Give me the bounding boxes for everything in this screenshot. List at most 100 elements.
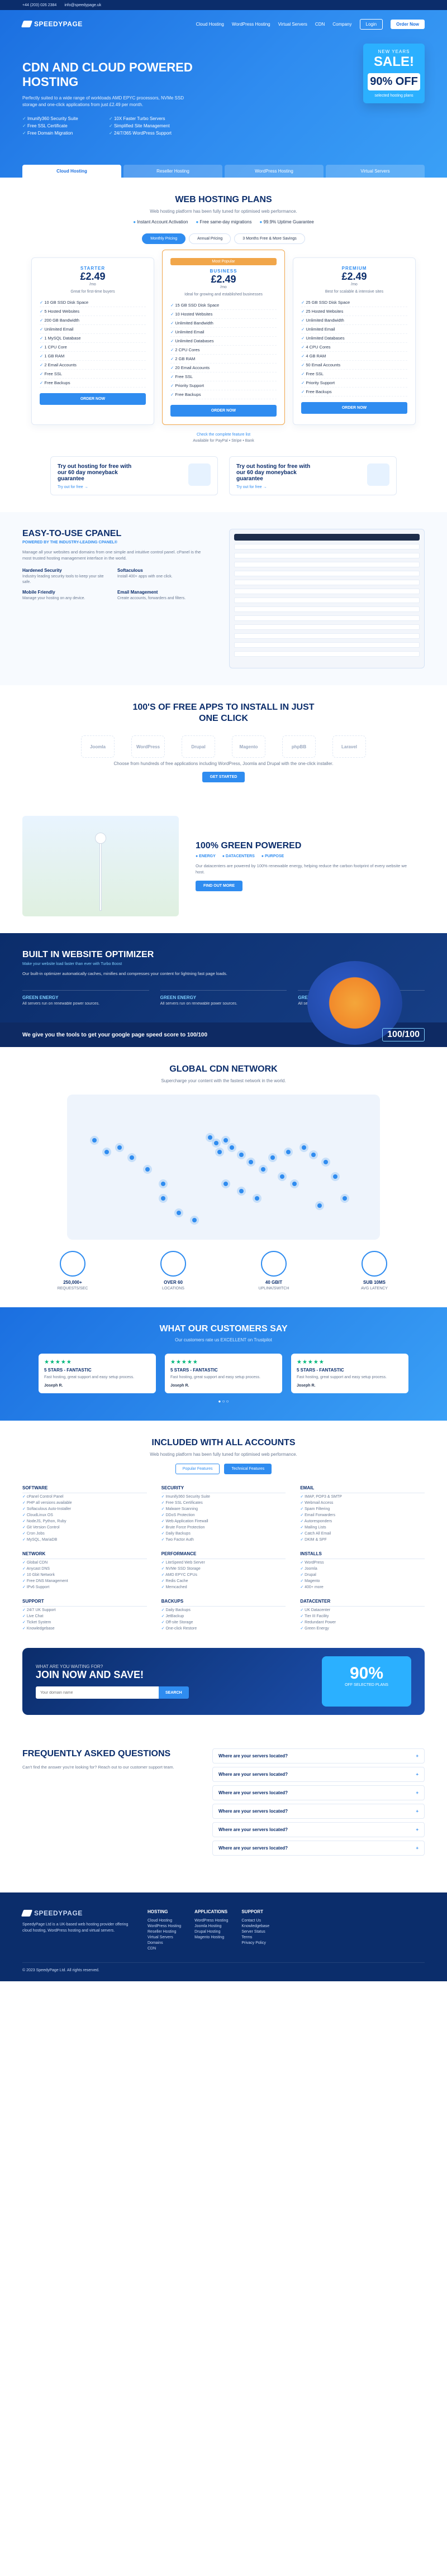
domain-search-input[interactable] — [36, 1686, 159, 1699]
included-item: Off-site Storage — [161, 1619, 286, 1625]
tab-3[interactable]: WordPress Hosting — [225, 165, 324, 178]
footer-link[interactable]: Reseller Hosting — [148, 1929, 181, 1934]
stat-icon — [362, 1251, 387, 1277]
brand-logo[interactable]: SPEEDYPAGE — [21, 20, 83, 28]
order-button[interactable]: Order Now — [391, 19, 425, 29]
nav-link[interactable]: Virtual Servers — [278, 22, 307, 27]
phone-text[interactable]: +44 (203) 026 2384 — [22, 3, 56, 7]
review-stars: ★★★★★ — [170, 1359, 198, 1365]
footer-link[interactable]: Terms — [241, 1934, 269, 1940]
compare-link[interactable]: Check the complete feature list — [22, 433, 425, 437]
pop-location-dot — [117, 1145, 122, 1150]
faq-question[interactable]: Where are your servers located? — [212, 1841, 425, 1856]
apps-desc: Choose from hundreds of free application… — [113, 761, 334, 766]
footer-link[interactable]: Drupal Hosting — [194, 1929, 228, 1934]
footer-link[interactable]: Privacy Policy — [241, 1940, 269, 1946]
footer-link[interactable]: Domains — [148, 1940, 181, 1946]
feature-pill: Instant Account Activation — [133, 219, 188, 224]
footer-logo[interactable]: SPEEDYPAGE — [21, 1909, 134, 1917]
app-icon[interactable]: Magento — [232, 735, 265, 758]
faq-question[interactable]: Where are your servers located? — [212, 1785, 425, 1800]
sale-badge[interactable]: NEW YEARS SALE! 90% OFF selected hosting… — [363, 44, 425, 103]
included-item: Webmail Access — [300, 1499, 425, 1506]
promo-cards: Try out hosting for free with our 60 day… — [22, 456, 425, 495]
faq-question[interactable]: Where are your servers located? — [212, 1748, 425, 1763]
stat-icon — [60, 1251, 85, 1277]
plan-desc: Great for first-time buyers — [70, 290, 115, 294]
faq-question[interactable]: Where are your servers located? — [212, 1767, 425, 1782]
plan-feature: 2 GB RAM — [170, 355, 277, 364]
promo-link[interactable]: Try out for free → — [236, 485, 320, 489]
included-group: SUPPORT24/7 UK SupportLive ChatTicket Sy… — [22, 1599, 147, 1631]
plan-price: £2.49 — [341, 271, 367, 282]
stat-value: OVER 60 — [164, 1280, 183, 1285]
billing-option[interactable]: Annual Pricing — [189, 233, 231, 244]
nav-link[interactable]: Company — [332, 22, 351, 27]
apps-button[interactable]: GET STARTED — [202, 772, 245, 782]
included-toggle-option[interactable]: Popular Features — [175, 1464, 220, 1474]
included-item: CloudLinux OS — [22, 1512, 147, 1518]
cta-discount: 90% OFF SELECTED PLANS — [322, 1656, 411, 1707]
tab-2[interactable]: Reseller Hosting — [123, 165, 222, 178]
footer-link[interactable]: Server Status — [241, 1929, 269, 1934]
included-group: BACKUPSDaily BackupsJetBackupOff-site St… — [161, 1599, 286, 1631]
faq-question[interactable]: Where are your servers located? — [212, 1804, 425, 1819]
sale-line1: NEW YEARS — [378, 49, 410, 54]
promo-card[interactable]: Try out hosting for free with our 60 day… — [50, 456, 218, 495]
app-icon[interactable]: Drupal — [182, 735, 215, 758]
footer-link[interactable]: Joomla Hosting — [194, 1923, 228, 1929]
pop-location-dot — [261, 1167, 266, 1172]
hero-feature: Free Domain Migration — [22, 131, 103, 136]
app-icon[interactable]: WordPress — [131, 735, 165, 758]
included-list: 24/7 UK SupportLive ChatTicket SystemKno… — [22, 1607, 147, 1631]
tab-4[interactable]: Virtual Servers — [326, 165, 425, 178]
nav-link[interactable]: WordPress Hosting — [232, 22, 270, 27]
plans-pills: Instant Account Activation Free same-day … — [22, 219, 425, 224]
copyright: © 2023 SpeedyPage Ltd. All rights reserv… — [22, 1962, 425, 1972]
plan-period: /mo — [89, 283, 96, 286]
promo-link[interactable]: Try out for free → — [58, 485, 141, 489]
green-tags: ● ENERGY ● DATACENTERS ● PURPOSE — [196, 854, 408, 858]
green-button[interactable]: FIND OUT MORE — [196, 881, 242, 891]
login-button[interactable]: Login — [359, 18, 383, 30]
included-group-title: BACKUPS — [161, 1599, 286, 1607]
footer-link[interactable]: WordPress Hosting — [148, 1923, 181, 1929]
nav-link[interactable]: CDN — [315, 22, 325, 27]
included-item: IMAP, POP3 & SMTP — [300, 1493, 425, 1499]
app-icon[interactable]: phpBB — [282, 735, 316, 758]
billing-option[interactable]: Monthly Pricing — [142, 233, 186, 244]
footer-link[interactable]: CDN — [148, 1946, 181, 1951]
included-toggle-option[interactable]: Technical Features — [224, 1464, 272, 1474]
carousel-dots[interactable]: ● ○ ○ — [22, 1399, 425, 1404]
order-now-button[interactable]: ORDER NOW — [301, 402, 407, 414]
footer-link[interactable]: Magento Hosting — [194, 1934, 228, 1940]
cpanel-feature-desc: Manage your hosting on any device. — [22, 596, 85, 600]
nav-link[interactable]: Cloud Hosting — [196, 22, 224, 27]
footer-link[interactable]: WordPress Hosting — [194, 1918, 228, 1923]
cta-discount-value: 90% — [349, 1664, 384, 1683]
app-icon[interactable]: Joomla — [81, 735, 115, 758]
cpanel-feature-desc: Install 400+ apps with one click. — [117, 575, 173, 579]
plan-feature: 4 GB RAM — [301, 352, 407, 361]
tab-1[interactable]: Cloud Hosting — [22, 165, 121, 178]
footer-link[interactable]: Cloud Hosting — [148, 1918, 181, 1923]
order-now-button[interactable]: ORDER NOW — [40, 393, 146, 405]
footer-link[interactable]: Knowledgebase — [241, 1923, 269, 1929]
app-icon[interactable]: Laravel — [332, 735, 366, 758]
domain-search-button[interactable]: SEARCH — [159, 1686, 189, 1699]
pagespeed-text: We give you the tools to get your google… — [22, 1031, 208, 1038]
promo-card[interactable]: Try out hosting for free with our 60 day… — [229, 456, 397, 495]
pop-location-dot — [324, 1160, 329, 1164]
plan-feature: Priority Support — [301, 379, 407, 388]
stat-value: 40 GBIT — [265, 1280, 283, 1285]
faq-question[interactable]: Where are your servers located? — [212, 1822, 425, 1837]
footer-col-title: SUPPORT — [241, 1909, 264, 1914]
email-text[interactable]: info@speedypage.uk — [64, 3, 101, 7]
footer-link[interactable]: Contact Us — [241, 1918, 269, 1923]
order-now-button[interactable]: ORDER NOW — [170, 405, 277, 417]
cdn-stat: OVER 60 LOCATIONS — [134, 1251, 212, 1291]
optim-col-desc: All servers run on renewable power sourc… — [22, 1002, 100, 1006]
footer-brand: SPEEDYPAGE — [34, 1909, 83, 1917]
footer-link[interactable]: Virtual Servers — [148, 1934, 181, 1940]
billing-option[interactable]: 3 Months Free & More Savings — [234, 233, 305, 244]
